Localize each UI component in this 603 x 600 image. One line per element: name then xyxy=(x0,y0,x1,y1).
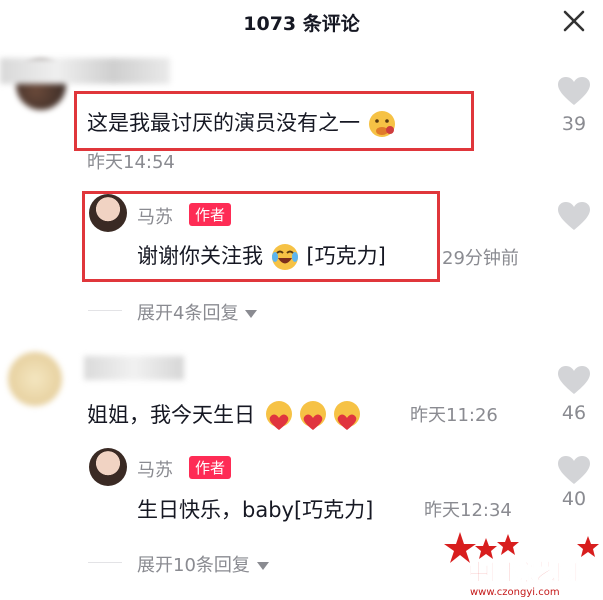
comment-body: 这是我最讨厌的演员没有之一 xyxy=(87,111,360,135)
expand-label: 展开10条回复 xyxy=(137,555,250,576)
expand-replies-button[interactable]: 展开10条回复 xyxy=(137,551,270,577)
heart-icon[interactable] xyxy=(557,76,591,106)
divider xyxy=(88,310,122,311)
caret-down-icon xyxy=(256,562,269,570)
reply-text[interactable]: 生日快乐，baby[巧克力] xyxy=(137,494,373,524)
expand-label: 展开4条回复 xyxy=(137,303,239,324)
avatar[interactable] xyxy=(8,352,62,406)
heart-emoji xyxy=(299,401,326,430)
reply-username[interactable]: 马苏 xyxy=(137,456,173,482)
comment-text[interactable]: 姐姐，我今天生日 xyxy=(87,399,364,432)
caret-down-icon xyxy=(245,310,258,318)
svg-text:www.czongyi.com: www.czongyi.com xyxy=(470,587,560,598)
comments-title: 1073 条评论 xyxy=(243,13,360,35)
sick-face-emoji xyxy=(368,111,395,137)
heart-icon[interactable] xyxy=(557,455,591,485)
comment-time: 昨天11:26 xyxy=(410,405,498,426)
avatar[interactable] xyxy=(89,448,127,486)
reply-tag: [巧克力] xyxy=(306,244,386,268)
heart-emoji xyxy=(265,401,292,430)
watermark-logo: 中国综艺网 www.czongyi.com xyxy=(444,532,599,598)
heart-icon[interactable] xyxy=(557,365,591,395)
avatar[interactable] xyxy=(89,194,127,232)
reply-text[interactable]: 谢谢你关注我 [巧克力] xyxy=(137,240,386,272)
expand-replies-button[interactable]: 展开4条回复 xyxy=(137,299,258,325)
comment-body: 姐姐，我今天生日 xyxy=(87,403,255,427)
author-badge: 作者 xyxy=(189,203,232,226)
close-icon[interactable] xyxy=(559,6,589,36)
laughing-tears-emoji xyxy=(271,244,298,270)
username-blurred xyxy=(84,356,184,380)
comment-text[interactable]: 这是我最讨厌的演员没有之一 xyxy=(87,107,397,139)
heart-icon[interactable] xyxy=(557,201,591,231)
reply-time: 昨天12:34 xyxy=(424,500,512,521)
username-blurred xyxy=(0,58,170,84)
author-badge: 作者 xyxy=(189,456,232,479)
svg-text:中国综艺网: 中国综艺网 xyxy=(468,560,578,586)
like-count: 40 xyxy=(561,488,587,510)
divider xyxy=(88,562,122,563)
reply-username[interactable]: 马苏 xyxy=(137,203,173,229)
comment-time: 昨天14:54 xyxy=(87,152,175,173)
reply-body: 谢谢你关注我 xyxy=(137,244,263,268)
like-count: 39 xyxy=(561,113,587,135)
heart-emoji xyxy=(333,401,360,430)
reply-time: 29分钟前 xyxy=(442,248,519,269)
like-count: 46 xyxy=(561,402,587,424)
